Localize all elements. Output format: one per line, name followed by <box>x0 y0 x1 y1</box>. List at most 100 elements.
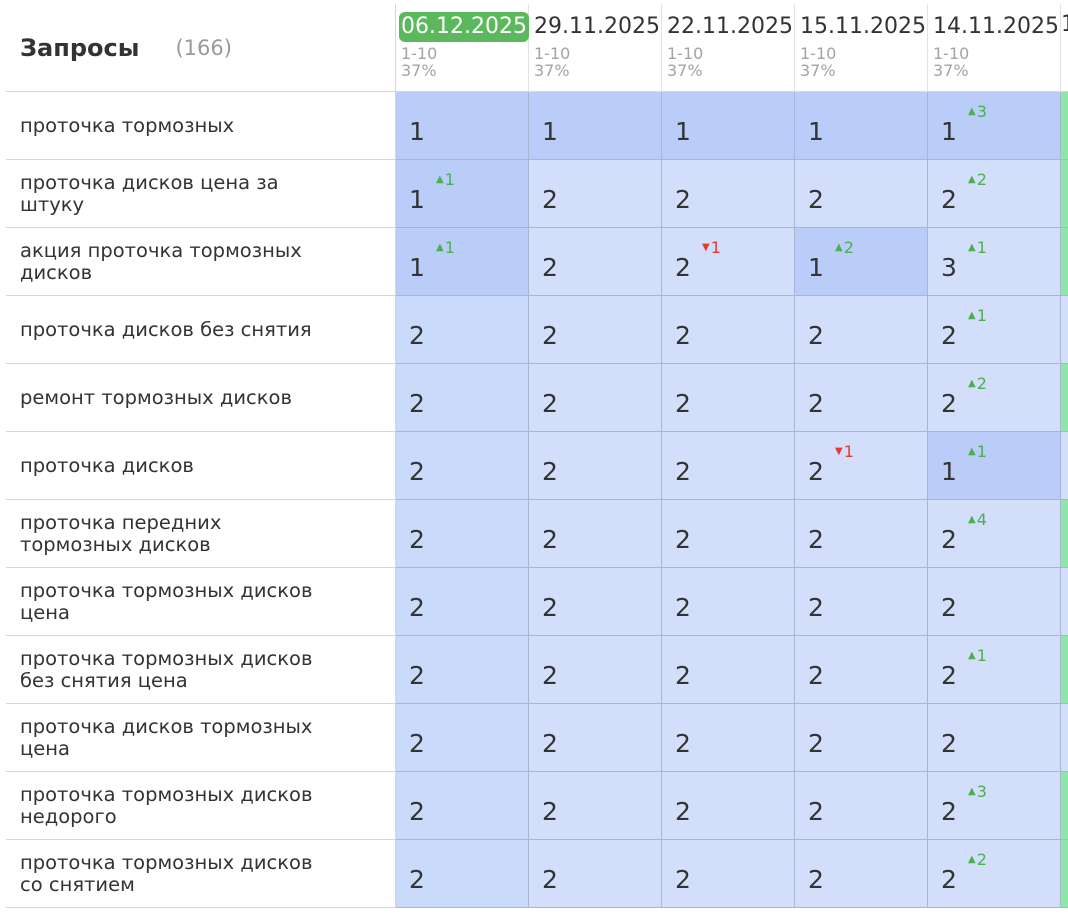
position-cell[interactable]: 2 <box>662 160 795 228</box>
position-cell[interactable]: 1 ▲1 <box>928 432 1061 500</box>
delta-value: 1 <box>976 238 987 257</box>
position-value: 2 <box>409 389 425 418</box>
position-cell[interactable]: 2 <box>396 500 529 568</box>
position-cell[interactable]: 2 <box>396 364 529 432</box>
position-cell[interactable]: 2 <box>662 772 795 840</box>
next-date-column-header[interactable]: 1 <box>1061 4 1068 92</box>
position-cell[interactable]: 2 ▼1 <box>662 228 795 296</box>
position-cell[interactable]: 2 <box>529 840 662 908</box>
date-label[interactable]: 29.11.2025 <box>534 12 660 42</box>
position-cell[interactable]: 2 ▼1 <box>795 432 928 500</box>
position-cell[interactable]: 2 <box>662 432 795 500</box>
position-value: 2 <box>675 865 691 894</box>
position-cell[interactable]: 2 ▲4 <box>928 500 1061 568</box>
query-cell[interactable]: проточка тормозных дисков недорого <box>6 772 396 840</box>
position-cell[interactable]: 2 ▲2 <box>928 364 1061 432</box>
position-cell[interactable]: 2 <box>928 568 1061 636</box>
position-cell[interactable]: 2 <box>662 704 795 772</box>
position-cell[interactable]: 1 ▲1 <box>396 228 529 296</box>
position-cell[interactable]: 2 ▲1 <box>928 296 1061 364</box>
position-cell[interactable]: 2 <box>928 704 1061 772</box>
date-label[interactable]: 15.11.2025 <box>800 12 926 42</box>
position-cell[interactable]: 2 ▲1 <box>928 636 1061 704</box>
query-cell[interactable]: проточка дисков цена за штуку <box>6 160 396 228</box>
position-cell[interactable]: 2 <box>396 432 529 500</box>
position-cell[interactable]: 2 <box>396 636 529 704</box>
position-cell[interactable]: 1 ▲3 <box>928 92 1061 160</box>
position-cell[interactable]: 2 <box>529 296 662 364</box>
position-cell[interactable]: 2 <box>529 704 662 772</box>
position-cell[interactable]: 2 <box>662 568 795 636</box>
position-cell[interactable]: 2 <box>795 160 928 228</box>
date-label[interactable]: 14.11.2025 <box>933 12 1059 42</box>
position-cell[interactable]: 1 ▲1 <box>396 160 529 228</box>
position-cell[interactable]: 2 <box>396 704 529 772</box>
position-cell[interactable]: 2 <box>795 636 928 704</box>
query-cell[interactable]: ремонт тормозных дисков <box>6 364 396 432</box>
position-cell[interactable]: 2 <box>662 500 795 568</box>
position-value: 2 <box>808 525 824 554</box>
query-cell[interactable]: проточка дисков без снятия <box>6 296 396 364</box>
position-cell[interactable]: 1 <box>529 92 662 160</box>
position-cell[interactable]: 2 ▲2 <box>928 840 1061 908</box>
position-cell[interactable]: 2 <box>396 772 529 840</box>
position-cell[interactable]: 2 <box>529 500 662 568</box>
queries-header[interactable]: Запросы (166) <box>6 4 396 92</box>
position-cell[interactable]: 1 <box>662 92 795 160</box>
position-cell[interactable]: 2 <box>795 364 928 432</box>
position-value: 2 <box>808 865 824 894</box>
query-cell[interactable]: проточка передних тормозных дисков <box>6 500 396 568</box>
position-cell[interactable]: 2 <box>795 772 928 840</box>
date-label[interactable]: 06.12.2025 <box>399 12 529 42</box>
position-value: 2 <box>808 185 824 214</box>
position-cell[interactable]: 1 <box>795 92 928 160</box>
query-cell[interactable]: акция проточка тормозных дисков <box>6 228 396 296</box>
position-cell[interactable]: 1 <box>396 92 529 160</box>
position-down-delta: ▼1 <box>702 238 721 257</box>
position-cell[interactable]: 2 <box>662 636 795 704</box>
position-cell[interactable]: 2 <box>529 432 662 500</box>
query-cell[interactable]: проточка тормозных дисков цена <box>6 568 396 636</box>
position-cell[interactable]: 2 <box>662 840 795 908</box>
position-value: 1 <box>409 117 425 146</box>
position-cell[interactable]: 2 <box>795 840 928 908</box>
position-value: 2 <box>675 321 691 350</box>
position-cell[interactable]: 2 <box>795 296 928 364</box>
date-column-header[interactable]: 29.11.2025 1-10 37% <box>529 4 662 92</box>
position-cell[interactable]: 2 <box>529 636 662 704</box>
position-value: 2 <box>808 729 824 758</box>
date-label[interactable]: 22.11.2025 <box>667 12 793 42</box>
position-cell[interactable]: 2 <box>529 160 662 228</box>
next-column-cell <box>1061 772 1068 840</box>
position-up-delta: ▲1 <box>968 306 987 325</box>
query-cell[interactable]: проточка дисков <box>6 432 396 500</box>
position-cell[interactable]: 2 <box>396 840 529 908</box>
date-column-header[interactable]: 15.11.2025 1-10 37% <box>795 4 928 92</box>
position-cell[interactable]: 2 <box>396 568 529 636</box>
position-cell[interactable]: 2 ▲2 <box>928 160 1061 228</box>
query-cell[interactable]: проточка дисков тормозных цена <box>6 704 396 772</box>
next-column-cell <box>1061 704 1068 772</box>
position-cell[interactable]: 2 <box>795 704 928 772</box>
position-cell[interactable]: 2 <box>529 364 662 432</box>
triangle-up-icon: ▲ <box>968 514 976 525</box>
position-cell[interactable]: 2 <box>529 772 662 840</box>
date-column-header[interactable]: 06.12.2025 1-10 37% <box>396 4 529 92</box>
position-cell[interactable]: 2 <box>795 500 928 568</box>
position-cell[interactable]: 3 ▲1 <box>928 228 1061 296</box>
query-cell[interactable]: проточка тормозных дисков без снятия цен… <box>6 636 396 704</box>
position-value: 2 <box>409 593 425 622</box>
date-column-header[interactable]: 22.11.2025 1-10 37% <box>662 4 795 92</box>
position-cell[interactable]: 2 <box>662 364 795 432</box>
query-cell[interactable]: проточка тормозных <box>6 92 396 160</box>
query-cell[interactable]: проточка тормозных дисков со снятием <box>6 840 396 908</box>
position-cell[interactable]: 2 ▲3 <box>928 772 1061 840</box>
position-cell[interactable]: 2 <box>396 296 529 364</box>
position-cell[interactable]: 2 <box>529 228 662 296</box>
position-cell[interactable]: 2 <box>795 568 928 636</box>
position-cell[interactable]: 1 ▲2 <box>795 228 928 296</box>
date-column-header[interactable]: 14.11.2025 1-10 37% <box>928 4 1061 92</box>
position-cell[interactable]: 2 <box>529 568 662 636</box>
position-cell[interactable]: 2 <box>662 296 795 364</box>
position-value: 2 <box>409 865 425 894</box>
